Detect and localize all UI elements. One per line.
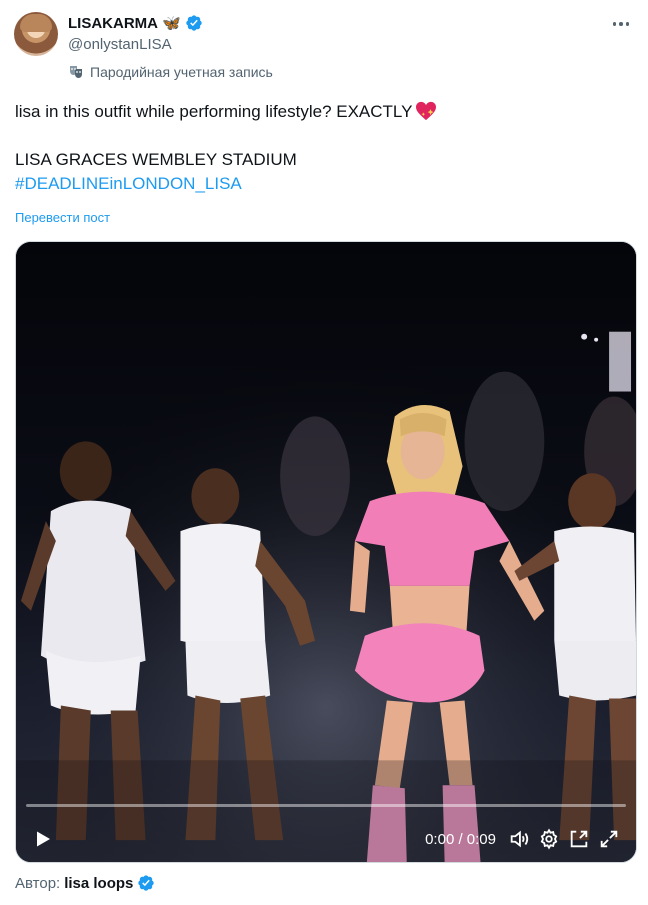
- hashtag-link[interactable]: #DEADLINEinLONDON_LISA: [15, 172, 625, 196]
- play-button[interactable]: [28, 824, 58, 854]
- avatar[interactable]: [14, 12, 58, 56]
- more-options-button[interactable]: [608, 14, 634, 34]
- name-row: LISAKARMA 🦋: [68, 14, 203, 32]
- fullscreen-button[interactable]: [594, 824, 624, 854]
- user-handle[interactable]: @onlystanLISA: [68, 36, 172, 53]
- video-player[interactable]: 0:00 / 0:09: [15, 241, 637, 863]
- dot-icon: [619, 22, 623, 26]
- fullscreen-icon: [600, 830, 618, 848]
- display-name[interactable]: LISAKARMA: [68, 15, 158, 32]
- settings-button[interactable]: [534, 824, 564, 854]
- attribution-author-link[interactable]: lisa loops: [64, 875, 133, 892]
- parody-label-row: Пародийная учетная запись: [68, 64, 273, 80]
- tweet-empty-line: [15, 124, 625, 148]
- video-attribution: Автор: lisa loops: [15, 874, 155, 892]
- video-time: 0:00 / 0:09: [425, 830, 496, 848]
- tweet-line-2: LISA GRACES WEMBLEY STADIUM: [15, 150, 297, 169]
- butterfly-icon: 🦋: [162, 14, 181, 32]
- pip-button[interactable]: [564, 824, 594, 854]
- video-progress-bar[interactable]: [26, 804, 626, 807]
- tweet-text: lisa in this outfit while performing lif…: [15, 100, 625, 196]
- dot-icon: [612, 22, 617, 26]
- attribution-prefix: Автор:: [15, 874, 61, 892]
- video-controls: 0:00 / 0:09: [16, 816, 636, 862]
- volume-icon: [510, 830, 529, 848]
- tweet-line-1-text: lisa in this outfit while performing lif…: [15, 102, 413, 121]
- video-frame-image: [16, 242, 636, 862]
- dot-icon: [625, 22, 630, 26]
- translate-post-link[interactable]: Перевести пост: [15, 210, 110, 225]
- theater-mask-icon: [70, 66, 82, 78]
- tweet-line-1: lisa in this outfit while performing lif…: [15, 100, 625, 124]
- volume-button[interactable]: [504, 824, 534, 854]
- verified-badge-icon: [138, 875, 155, 891]
- play-icon: [37, 831, 50, 847]
- pip-icon: [570, 830, 588, 848]
- settings-icon: [540, 828, 558, 850]
- verified-badge-icon: [186, 15, 202, 31]
- tweet-header: LISAKARMA 🦋 @onlystanLISA Пародийная уче…: [14, 12, 634, 92]
- parody-label: Пародийная учетная запись: [90, 64, 273, 80]
- sparkling-heart-icon: [416, 101, 437, 121]
